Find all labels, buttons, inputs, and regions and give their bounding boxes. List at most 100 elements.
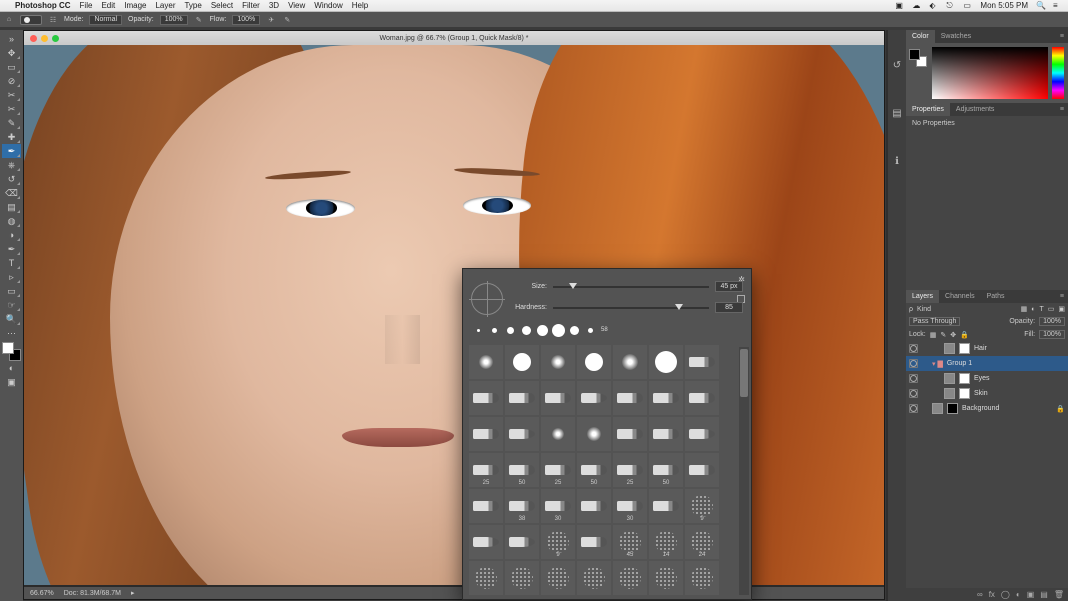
menu-type[interactable]: Type: [184, 1, 201, 10]
brush-preset[interactable]: 50: [577, 453, 611, 487]
recent-brush[interactable]: [471, 323, 485, 337]
brush-panel-icon[interactable]: ☷: [48, 15, 58, 25]
recent-brush[interactable]: [583, 323, 597, 337]
brush-preset[interactable]: [469, 381, 503, 415]
eraser-tool[interactable]: ⌫: [2, 186, 21, 200]
brush-preset[interactable]: [505, 561, 539, 595]
brush-preset-picker[interactable]: [20, 15, 42, 25]
menu-layer[interactable]: Layer: [155, 1, 175, 10]
app-name[interactable]: Photoshop CC: [15, 1, 71, 10]
new-layer-icon[interactable]: ▤: [1040, 590, 1048, 599]
brush-tool[interactable]: ✒: [2, 144, 21, 158]
spotlight-icon[interactable]: 🔍: [1036, 1, 1045, 10]
tab-adjustments[interactable]: Adjustments: [950, 103, 1001, 116]
properties-panel-menu-icon[interactable]: ≡: [1056, 103, 1068, 116]
brush-preset[interactable]: [577, 561, 611, 595]
notification-center-icon[interactable]: ≡: [1053, 1, 1062, 10]
tab-layers[interactable]: Layers: [906, 290, 939, 303]
tablet-pressure-opacity-icon[interactable]: ✎: [194, 15, 204, 25]
lasso-tool[interactable]: ⊘: [2, 74, 21, 88]
edit-toolbar[interactable]: ⋯: [2, 326, 21, 340]
color-ramp[interactable]: [932, 47, 1048, 99]
dodge-tool[interactable]: ◑: [2, 228, 21, 242]
brush-preset[interactable]: [541, 381, 575, 415]
menu-image[interactable]: Image: [124, 1, 146, 10]
brush-preset[interactable]: [649, 345, 683, 379]
menu-filter[interactable]: Filter: [242, 1, 260, 10]
brush-preset[interactable]: [649, 417, 683, 451]
hardness-value[interactable]: 85: [715, 302, 743, 313]
home-icon[interactable]: ⌂: [4, 15, 14, 25]
marquee-tool[interactable]: ▭: [2, 60, 21, 74]
brush-preset[interactable]: 38: [505, 489, 539, 523]
filter-adjust-icon[interactable]: ◐: [1031, 306, 1035, 313]
filter-type-icon[interactable]: T: [1039, 306, 1043, 313]
blur-tool[interactable]: ◍: [2, 214, 21, 228]
info-panel-icon[interactable]: ℹ: [890, 154, 904, 168]
filter-shape-icon[interactable]: ▭: [1048, 305, 1055, 313]
move-tool[interactable]: ✥: [2, 46, 21, 60]
brush-preset[interactable]: [577, 381, 611, 415]
visibility-toggle-icon[interactable]: [909, 344, 918, 353]
brush-preset[interactable]: [541, 417, 575, 451]
screenmode-toggle[interactable]: ▣: [2, 375, 21, 389]
blend-mode-dropdown[interactable]: Normal: [89, 15, 122, 25]
layer-fx-icon[interactable]: fx: [989, 590, 995, 599]
brush-preset[interactable]: [685, 453, 719, 487]
status-cloud-icon[interactable]: ☁: [912, 1, 921, 10]
recent-brush[interactable]: [503, 323, 517, 337]
brush-preset[interactable]: 30: [541, 489, 575, 523]
tab-paths[interactable]: Paths: [981, 290, 1011, 303]
lock-trans-icon[interactable]: ▦: [930, 331, 937, 339]
menu-3d[interactable]: 3D: [269, 1, 279, 10]
docsize-readout[interactable]: Doc: 81.3M/68.7M: [64, 590, 121, 597]
visibility-toggle-icon[interactable]: [909, 389, 918, 398]
zoom-tool[interactable]: 🔍: [2, 312, 21, 326]
brush-preset[interactable]: 45: [613, 525, 647, 559]
brush-preset[interactable]: 9: [685, 489, 719, 523]
healing-tool[interactable]: ✚: [2, 130, 21, 144]
layer-name[interactable]: Skin: [974, 390, 1065, 397]
brush-preset[interactable]: [685, 345, 719, 379]
hardness-slider[interactable]: [553, 307, 709, 309]
window-titlebar[interactable]: Woman.jpg @ 66.7% (Group 1, Quick Mask/8…: [24, 31, 884, 45]
brush-preset[interactable]: [649, 561, 683, 595]
fill-input[interactable]: 100%: [1039, 330, 1065, 339]
brush-preset[interactable]: [577, 345, 611, 379]
brush-preset[interactable]: [649, 489, 683, 523]
filter-smart-icon[interactable]: ▣: [1058, 305, 1065, 313]
history-panel-icon[interactable]: ↺: [890, 58, 904, 72]
layer-row[interactable]: ▾ ▇Group 1: [906, 356, 1068, 371]
brush-preset[interactable]: 50: [649, 453, 683, 487]
recent-brush[interactable]: [567, 323, 581, 337]
brush-preset[interactable]: 25: [469, 453, 503, 487]
layer-row[interactable]: Eyes: [906, 371, 1068, 386]
tab-color[interactable]: Color: [906, 30, 935, 43]
menubar-clock[interactable]: Mon 5:05 PM: [980, 1, 1028, 10]
path-select-tool[interactable]: ▹: [2, 270, 21, 284]
menu-file[interactable]: File: [80, 1, 93, 10]
menu-window[interactable]: Window: [314, 1, 342, 10]
type-tool[interactable]: T: [2, 256, 21, 270]
lock-position-icon[interactable]: ✥: [950, 331, 956, 339]
layer-name[interactable]: Hair: [974, 345, 1065, 352]
menu-help[interactable]: Help: [352, 1, 368, 10]
brush-preset[interactable]: [613, 345, 647, 379]
brush-preset[interactable]: [505, 345, 539, 379]
recent-brush[interactable]: [519, 323, 533, 337]
brush-preset[interactable]: 24: [685, 525, 719, 559]
brush-preset[interactable]: [613, 417, 647, 451]
recent-brush[interactable]: [535, 323, 549, 337]
layer-opacity-input[interactable]: 100%: [1039, 317, 1065, 326]
status-dropbox-icon[interactable]: ⬖: [929, 1, 938, 10]
gradient-tool[interactable]: ▤: [2, 200, 21, 214]
status-wifi-icon[interactable]: ⎋: [946, 1, 955, 10]
brush-preset[interactable]: [469, 417, 503, 451]
brush-preset[interactable]: 50: [505, 453, 539, 487]
layer-row[interactable]: Background🔒: [906, 401, 1068, 416]
fg-bg-swatch[interactable]: [2, 342, 21, 361]
brush-preset[interactable]: 25: [613, 453, 647, 487]
layer-mask-icon[interactable]: ◯: [1001, 590, 1010, 599]
adjustment-layer-icon[interactable]: ◐: [1016, 590, 1021, 599]
brush-preset[interactable]: [577, 525, 611, 559]
